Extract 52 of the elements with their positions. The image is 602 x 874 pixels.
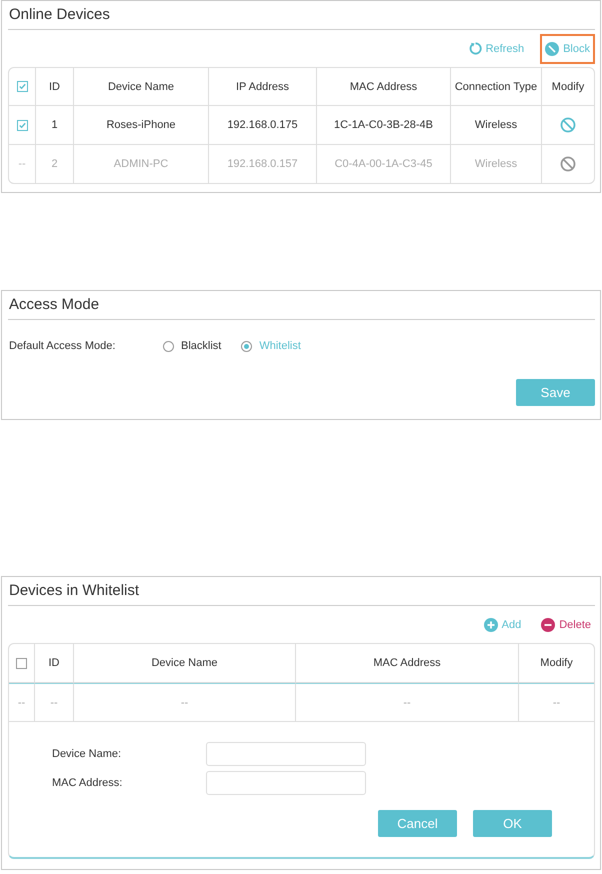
table-cell: -- (18, 696, 26, 708)
refresh-button[interactable]: Refresh (464, 35, 528, 62)
column-header: Connection Type (451, 68, 542, 106)
column-header: IP Address (209, 68, 317, 106)
field-label: Default Access Mode: (9, 340, 116, 352)
plus-icon (484, 618, 498, 632)
radio-option[interactable]: Blacklist (163, 340, 222, 352)
table-cell: 2 (36, 145, 74, 183)
field-label: MAC Address: (52, 777, 124, 789)
field-label: Device Name: (52, 748, 122, 760)
select-all-checkbox[interactable] (16, 658, 27, 669)
panel-title: Online Devices (8, 1, 595, 30)
table-cell: 1C-1A-C0-3B-28-4B (317, 106, 451, 145)
refresh-icon (468, 42, 482, 55)
delete-button[interactable]: Delete (537, 610, 595, 638)
table-cell: -- (403, 696, 411, 708)
table-cell: C0-4A-00-1A-C3-45 (317, 145, 451, 183)
select-all-checkbox[interactable] (16, 81, 28, 92)
column-header: ID (35, 644, 74, 683)
minus-icon (541, 618, 556, 632)
table-cell: 192.168.0.175 (209, 106, 317, 145)
column-header: ID (36, 68, 74, 106)
ok-button[interactable]: OK (473, 810, 552, 837)
panel-title: Devices in Whitelist (8, 577, 595, 606)
column-header: MAC Address (317, 68, 451, 106)
row-checkbox[interactable] (16, 120, 28, 131)
radio-option[interactable]: Whitelist (241, 340, 301, 352)
block-icon[interactable] (560, 117, 576, 133)
table-cell: Wireless (451, 106, 542, 145)
block-icon (545, 42, 560, 56)
table-cell: Wireless (451, 145, 542, 183)
block-button[interactable]: Block (540, 34, 595, 64)
column-header: Device Name (74, 68, 209, 106)
table-cell: ADMIN-PC (74, 145, 209, 183)
panel-title: Access Mode (8, 291, 595, 320)
table-cell: -- (552, 696, 560, 708)
cancel-button[interactable]: Cancel (378, 810, 457, 837)
table-cell: -- (50, 696, 58, 708)
table-cell: 192.168.0.157 (209, 145, 317, 183)
input-field[interactable] (206, 742, 366, 766)
input-field[interactable] (206, 771, 366, 795)
column-header: Modify (542, 68, 594, 106)
table-cell: -- (180, 696, 188, 708)
column-header: MAC Address (296, 644, 519, 683)
column-header: Modify (519, 644, 594, 683)
table-cell: Roses-iPhone (74, 106, 209, 145)
save-button[interactable]: Save (516, 379, 595, 406)
block-icon[interactable] (560, 156, 576, 172)
add-button[interactable]: Add (480, 610, 526, 638)
table-cell: -- (18, 158, 26, 170)
table-cell: 1 (36, 106, 74, 145)
column-header: Device Name (74, 644, 296, 683)
